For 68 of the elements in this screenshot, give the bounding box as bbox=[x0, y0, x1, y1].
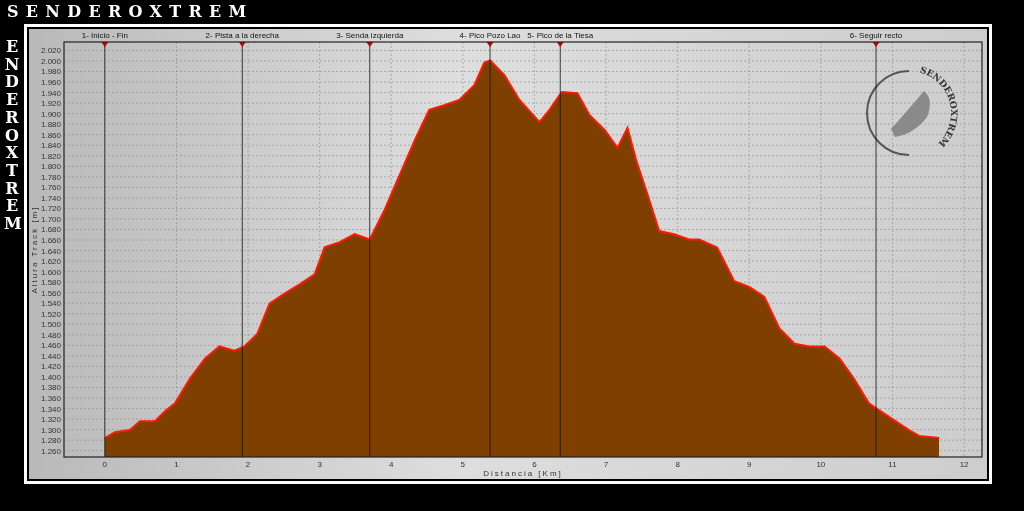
y-tick-label: 1.640 bbox=[40, 246, 61, 256]
x-tick-label: 4 bbox=[389, 460, 394, 469]
waypoint-marker-icon bbox=[556, 42, 564, 47]
x-tick-label: 8 bbox=[675, 460, 680, 469]
y-tick-label: 1.740 bbox=[40, 193, 61, 203]
y-tick-label: 1.600 bbox=[40, 267, 61, 277]
y-tick-label: 1.860 bbox=[40, 130, 61, 140]
x-axis-title: Distancia [Km] bbox=[483, 469, 563, 478]
x-tick-label: 1 bbox=[174, 460, 179, 469]
y-tick-label: 1.880 bbox=[40, 120, 61, 130]
y-tick-label: 2.000 bbox=[40, 56, 61, 66]
waypoint-label: 3- Senda izquierda bbox=[336, 31, 404, 40]
brand-title-vertical: ENDEROXTREM bbox=[4, 38, 20, 236]
brand-title: SENDEROXTREM bbox=[7, 4, 254, 20]
y-tick-label: 1.920 bbox=[40, 99, 61, 109]
y-tick-label: 1.900 bbox=[40, 109, 61, 119]
waypoint-marker-icon bbox=[486, 42, 494, 47]
y-tick-label: 1.540 bbox=[40, 299, 61, 309]
y-tick-label: 1.840 bbox=[40, 141, 61, 151]
y-tick-label: 1.800 bbox=[40, 162, 61, 172]
y-tick-label: 1.500 bbox=[40, 320, 61, 330]
x-tick-label: 10 bbox=[816, 460, 826, 469]
y-tick-label: 1.340 bbox=[40, 404, 61, 414]
waypoint-label: 2- Pista a la derecha bbox=[205, 31, 279, 40]
y-tick-label: 1.400 bbox=[40, 372, 61, 382]
y-tick-label: 1.680 bbox=[40, 225, 61, 235]
x-tick-label: 3 bbox=[317, 460, 322, 469]
waypoint-label: 4- Pico Pozo Lao bbox=[459, 31, 521, 40]
y-tick-label: 1.780 bbox=[40, 172, 61, 182]
waypoint-marker-icon bbox=[872, 42, 880, 47]
y-axis-title: Altura Track [m] bbox=[30, 205, 39, 294]
waypoint-marker-icon bbox=[366, 42, 374, 47]
x-tick-label: 9 bbox=[747, 460, 752, 469]
y-tick-label: 1.560 bbox=[40, 288, 61, 298]
y-tick-label: 1.580 bbox=[40, 278, 61, 288]
y-tick-label: 1.980 bbox=[40, 67, 61, 77]
x-tick-label: 11 bbox=[888, 460, 897, 469]
y-tick-label: 1.820 bbox=[40, 151, 61, 161]
y-tick-label: 1.620 bbox=[40, 257, 61, 267]
waypoint-label: 6- Seguir recto bbox=[849, 31, 903, 40]
y-tick-label: 1.940 bbox=[40, 88, 61, 98]
y-tick-label: 1.280 bbox=[40, 436, 61, 446]
y-tick-label: 1.520 bbox=[40, 309, 61, 319]
x-tick-label: 0 bbox=[102, 460, 108, 469]
x-tick-label: 12 bbox=[959, 460, 969, 469]
y-tick-label: 1.320 bbox=[40, 415, 61, 425]
y-tick-label: 1.960 bbox=[40, 78, 61, 88]
y-tick-label: 1.660 bbox=[40, 236, 61, 245]
y-tick-label: 1.360 bbox=[40, 394, 61, 403]
y-tick-label: 1.760 bbox=[40, 183, 61, 193]
y-tick-label: 1.460 bbox=[40, 341, 61, 351]
waypoint-marker-icon bbox=[101, 42, 109, 47]
y-tick-label: 1.260 bbox=[40, 446, 61, 456]
x-tick-label: 5 bbox=[460, 460, 466, 469]
y-tick-label: 1.480 bbox=[40, 330, 61, 340]
y-tick-label: 1.380 bbox=[40, 383, 61, 393]
x-tick-label: 2 bbox=[245, 460, 251, 469]
waypoint-marker-icon bbox=[238, 42, 246, 47]
y-tick-label: 1.300 bbox=[40, 425, 61, 435]
waypoint-label: 1- Inicio - Fin bbox=[81, 31, 128, 40]
y-tick-label: 1.440 bbox=[40, 351, 61, 361]
waypoint-label: 5- Pico de la Tiesa bbox=[527, 31, 594, 40]
y-tick-label: 1.720 bbox=[40, 204, 61, 214]
y-tick-label: 1.420 bbox=[40, 362, 61, 372]
y-tick-label: 2.020 bbox=[40, 46, 61, 56]
y-tick-label: 1.700 bbox=[40, 214, 61, 224]
x-tick-label: 6 bbox=[532, 460, 537, 469]
x-tick-label: 7 bbox=[603, 460, 609, 469]
